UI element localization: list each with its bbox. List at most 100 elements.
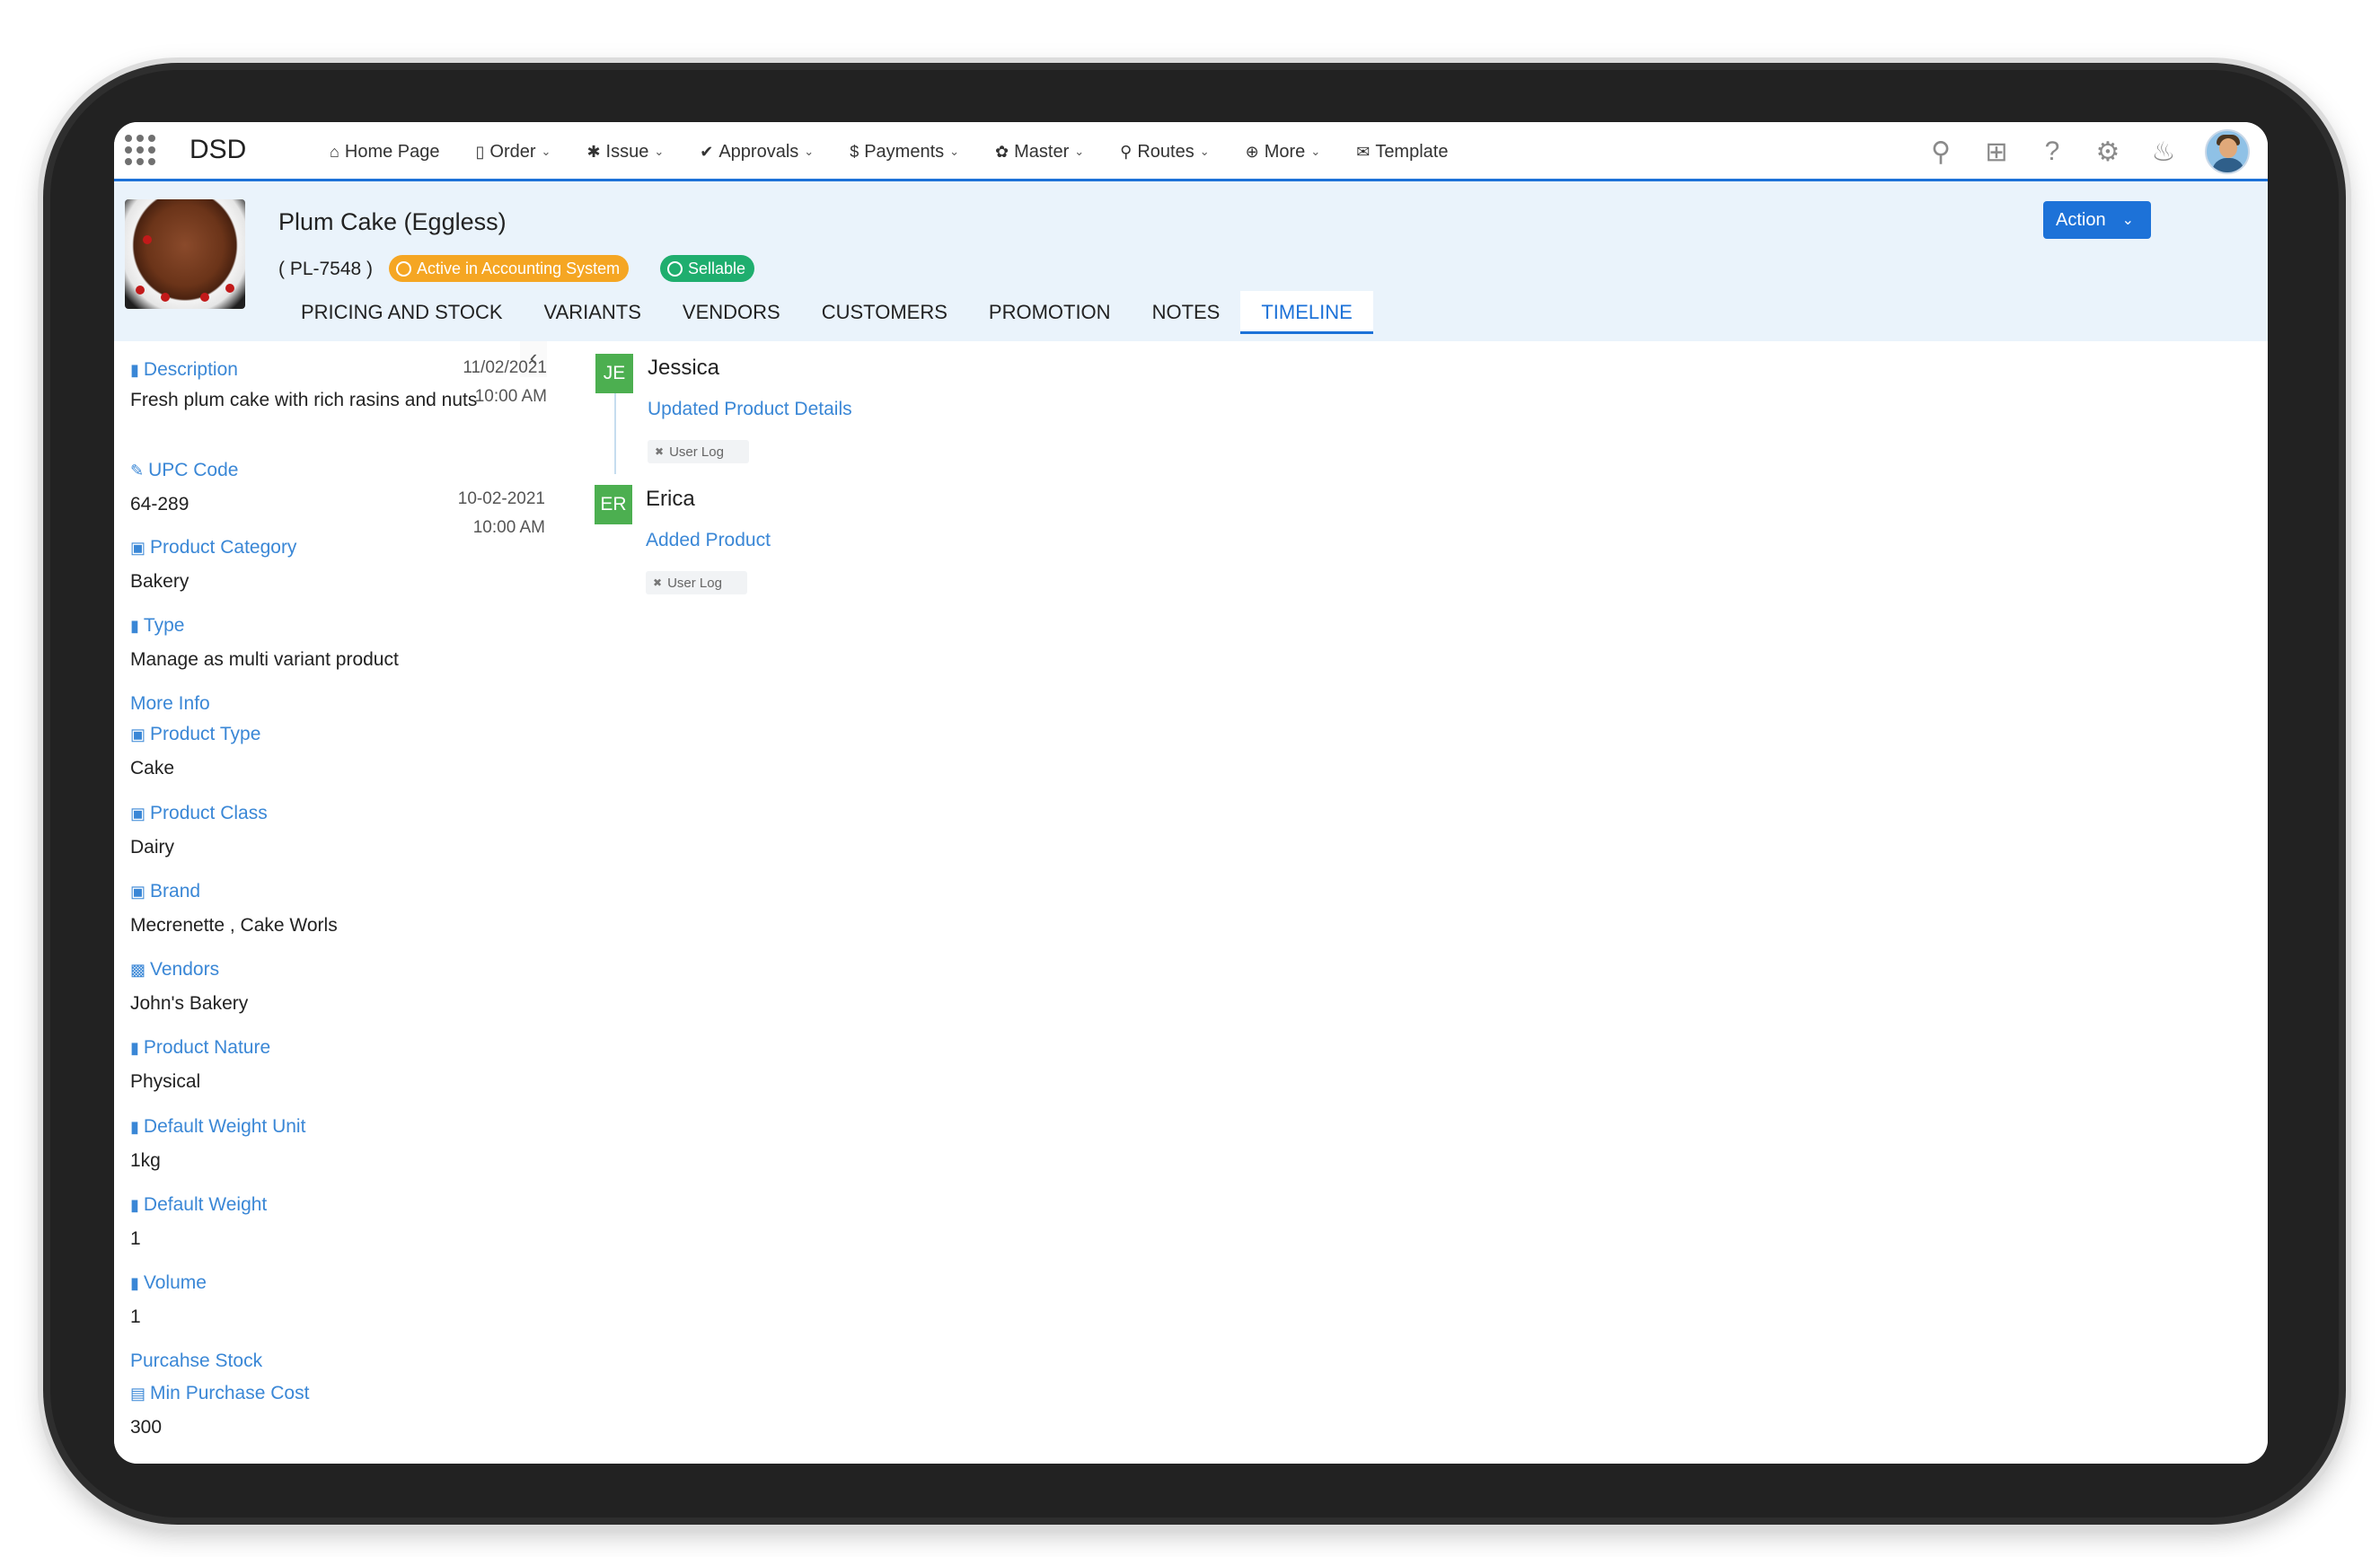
bug-icon: ✱: [586, 142, 601, 161]
chevron-down-icon: ⌄: [541, 145, 551, 158]
add-box-icon[interactable]: ⊞: [1982, 136, 2011, 168]
product-header: Plum Cake (Eggless) ( PL-7548 ) Active i…: [114, 181, 2268, 341]
field-default-weight-unit: ▮ Default Weight Unit 1kg: [130, 1116, 306, 1171]
chevron-down-icon: ⌄: [2121, 213, 2134, 228]
field-type: ▮ Type Manage as multi variant product: [130, 615, 399, 670]
briefcase-icon: ▣: [130, 538, 146, 557]
timeline-action-link[interactable]: Added Product: [646, 530, 771, 551]
nav-label: Routes: [1137, 141, 1194, 162]
briefcase-icon: ▣: [130, 882, 146, 901]
app-screen: DSD ⌂ Home Page ▯ Order ⌄ ✱ Issue ⌄ ✔ Ap…: [114, 122, 2268, 1464]
nav-approvals[interactable]: ✔ Approvals ⌄: [700, 142, 814, 163]
chevron-down-icon: ⌄: [1310, 145, 1321, 158]
user-avatar[interactable]: [2205, 129, 2250, 174]
nav-payments[interactable]: $ Payments ⌄: [850, 142, 959, 163]
nav-label: Home Page: [344, 141, 440, 162]
nav-label: Order: [489, 141, 536, 162]
chevron-down-icon: ⌄: [804, 145, 815, 158]
timeline-panel: 11/02/2021 10:00 AM JE Jessica Updated P…: [458, 341, 2268, 1464]
chevron-down-icon: ⌄: [654, 145, 665, 158]
timeline-connector: [614, 384, 616, 474]
nav-actions: ⚲ ⊞ ? ⚙ ♨: [1900, 122, 2250, 181]
nav-label: More: [1264, 141, 1306, 162]
timeline-action-link[interactable]: Updated Product Details: [648, 399, 852, 420]
envelope-icon: ✉: [1356, 142, 1371, 161]
nav-template[interactable]: ✉ Template: [1356, 142, 1448, 163]
settings-gear-icon[interactable]: ⚙: [2094, 136, 2122, 168]
user-log-tag[interactable]: ✖ User Log: [646, 571, 747, 594]
tab-notes[interactable]: NOTES: [1132, 291, 1241, 334]
tab-customers[interactable]: CUSTOMERS: [801, 291, 968, 334]
nav-home[interactable]: ⌂ Home Page: [330, 142, 440, 163]
timeline-user-name: Erica: [646, 487, 695, 511]
briefcase-icon: ▣: [130, 725, 146, 743]
tab-timeline[interactable]: TIMELINE: [1240, 291, 1373, 334]
timeline-user-avatar: ER: [595, 485, 632, 524]
document-icon: ▯: [475, 142, 485, 161]
field-volume: ▮ Volume 1: [130, 1272, 207, 1327]
pencil-icon: ✎: [130, 461, 145, 479]
product-tabs: PRICING AND STOCK VARIANTS VENDORS CUSTO…: [280, 291, 1373, 336]
field-vendors: ▩ Vendors John's Bakery: [130, 959, 249, 1014]
field-product-nature: ▮ Product Nature Physical: [130, 1037, 271, 1092]
file-icon: ▮: [130, 1038, 139, 1057]
nav-routes[interactable]: ⚲ Routes ⌄: [1120, 142, 1209, 163]
accounting-status-badge: Active in Accounting System: [389, 255, 630, 282]
chevron-down-icon: ⌄: [1199, 145, 1210, 158]
check-icon: ✔: [700, 142, 714, 161]
sellable-badge: Sellable: [660, 255, 755, 282]
timeline-user-name: Jessica: [648, 356, 720, 380]
field-min-purchase-cost: ▤ Min Purchase Cost 300: [130, 1383, 310, 1438]
product-code: ( PL-7548 ): [278, 259, 374, 279]
dollar-icon: $: [850, 142, 859, 161]
field-product-class: ▣ Product Class Dairy: [130, 803, 268, 858]
vendor-icon: ▩: [130, 960, 146, 979]
close-icon: ✖: [655, 445, 665, 458]
briefcase-icon: ▣: [130, 804, 146, 822]
tab-vendors[interactable]: VENDORS: [662, 291, 801, 334]
chevron-down-icon: ⌄: [949, 145, 960, 158]
nav-label: Approvals: [718, 141, 799, 162]
tab-pricing-and-stock[interactable]: PRICING AND STOCK: [280, 291, 524, 334]
chevron-down-icon: ⌄: [1074, 145, 1085, 158]
nav-label: Template: [1375, 141, 1449, 162]
plus-circle-icon: ⊕: [1245, 142, 1259, 161]
nav-master[interactable]: ✿ Master ⌄: [995, 142, 1084, 163]
file-icon: ▮: [130, 1117, 139, 1136]
bell-icon[interactable]: ♨: [2149, 136, 2178, 168]
user-log-tag[interactable]: ✖ User Log: [648, 440, 749, 463]
status-circle-icon: [396, 260, 411, 277]
status-circle-icon: [667, 260, 683, 277]
product-image: [125, 199, 245, 309]
app-launcher-icon[interactable]: [125, 135, 155, 165]
brand-name[interactable]: DSD: [190, 135, 246, 165]
nav-label: Master: [1014, 141, 1070, 162]
product-title: Plum Cake (Eggless): [278, 208, 507, 235]
nav-more[interactable]: ⊕ More ⌄: [1246, 142, 1321, 163]
timeline-date: 10-02-2021 10:00 AM: [457, 489, 545, 537]
file-icon: ▮: [130, 360, 139, 379]
field-product-type: ▣ Product Type Cake: [130, 724, 261, 778]
action-button[interactable]: Action ⌄: [2043, 201, 2151, 239]
gear-icon: ✿: [995, 142, 1009, 161]
timeline-date: 11/02/2021 10:00 AM: [463, 358, 547, 406]
nav-order[interactable]: ▯ Order ⌄: [476, 142, 551, 163]
close-icon: ✖: [653, 576, 663, 589]
nav-label: Issue: [605, 141, 649, 162]
tab-promotion[interactable]: PROMOTION: [968, 291, 1132, 334]
nav-menu: ⌂ Home Page ▯ Order ⌄ ✱ Issue ⌄ ✔ Approv…: [330, 122, 1484, 181]
home-icon: ⌂: [330, 142, 339, 161]
file-icon: ▮: [130, 1273, 139, 1292]
search-icon[interactable]: ⚲: [1926, 136, 1955, 168]
nav-label: Payments: [864, 141, 945, 162]
tab-variants[interactable]: VARIANTS: [524, 291, 662, 334]
help-icon[interactable]: ?: [2038, 136, 2067, 167]
field-brand: ▣ Brand Mecrenette , Cake Worls: [130, 881, 338, 936]
money-icon: ▤: [130, 1384, 146, 1403]
map-pin-icon: ⚲: [1120, 142, 1133, 161]
field-default-weight: ▮ Default Weight 1: [130, 1194, 268, 1249]
file-icon: ▮: [130, 616, 139, 635]
timeline-user-avatar: JE: [595, 354, 633, 393]
nav-issue[interactable]: ✱ Issue ⌄: [586, 142, 664, 163]
file-icon: ▮: [130, 1195, 139, 1214]
